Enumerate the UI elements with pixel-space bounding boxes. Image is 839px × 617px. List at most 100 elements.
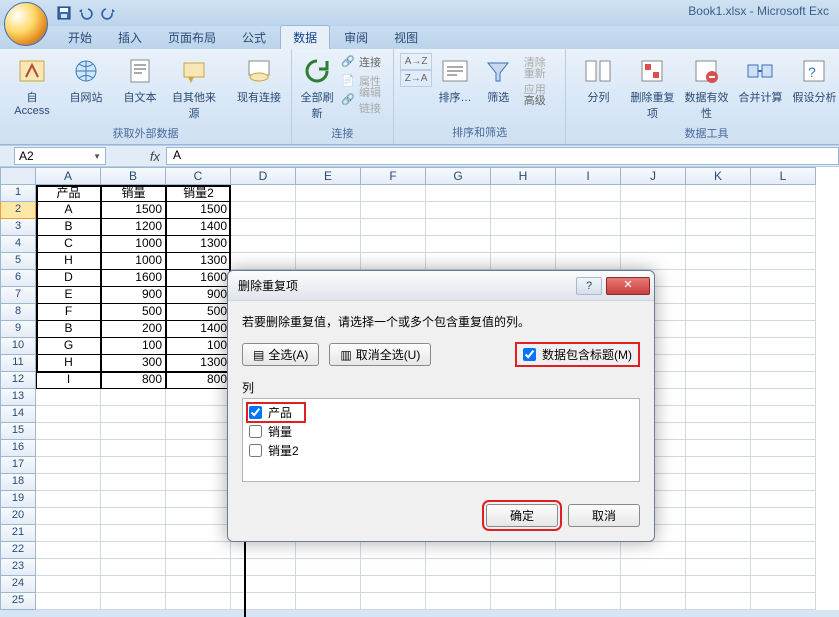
cell[interactable] — [491, 219, 556, 236]
cell[interactable] — [686, 525, 751, 542]
row-header[interactable]: 8 — [0, 304, 36, 321]
column-header[interactable]: L — [751, 167, 816, 185]
undo-icon[interactable] — [78, 5, 94, 21]
cell[interactable] — [686, 576, 751, 593]
from-other-button[interactable]: 自其他来源 — [168, 53, 220, 123]
fx-label[interactable]: fx — [106, 149, 166, 164]
cell[interactable] — [556, 219, 621, 236]
cell[interactable] — [296, 576, 361, 593]
data-has-headers-checkbox[interactable]: 数据包含标题(M) — [515, 342, 640, 367]
connections-button[interactable]: 🔗连接 — [338, 53, 386, 70]
cell[interactable] — [101, 474, 166, 491]
dialog-titlebar[interactable]: 删除重复项 ? ✕ — [228, 271, 654, 301]
cell[interactable] — [101, 457, 166, 474]
cell[interactable] — [361, 202, 426, 219]
cell[interactable] — [686, 287, 751, 304]
row-header[interactable]: 3 — [0, 219, 36, 236]
cell[interactable] — [361, 236, 426, 253]
cell[interactable] — [491, 542, 556, 559]
unselect-all-button[interactable]: ▥取消全选(U) — [329, 343, 431, 366]
cell[interactable] — [361, 559, 426, 576]
cell[interactable] — [686, 219, 751, 236]
existing-conn-button[interactable]: 现有连接 — [233, 53, 285, 107]
cell[interactable] — [686, 372, 751, 389]
remove-duplicates-button[interactable]: 删除重复项 — [626, 53, 678, 123]
row-header[interactable]: 11 — [0, 355, 36, 372]
cell[interactable]: B — [36, 219, 101, 236]
cell[interactable]: 1600 — [166, 270, 231, 287]
column-header[interactable]: A — [36, 167, 101, 185]
cell[interactable] — [231, 559, 296, 576]
cell[interactable] — [686, 593, 751, 610]
cell[interactable] — [36, 576, 101, 593]
cell[interactable] — [686, 457, 751, 474]
cell[interactable] — [751, 593, 816, 610]
cell[interactable]: 1300 — [166, 355, 231, 372]
column-header[interactable]: I — [556, 167, 621, 185]
row-header[interactable]: 13 — [0, 389, 36, 406]
cell[interactable] — [751, 372, 816, 389]
cell[interactable] — [686, 236, 751, 253]
cell[interactable] — [101, 508, 166, 525]
cell[interactable] — [426, 185, 491, 202]
tab-formulas[interactable]: 公式 — [230, 26, 278, 49]
row-header[interactable]: 4 — [0, 236, 36, 253]
cell[interactable]: C — [36, 236, 101, 253]
cell[interactable] — [36, 593, 101, 610]
from-access-button[interactable]: 自 Access — [6, 53, 58, 119]
cell[interactable] — [556, 576, 621, 593]
cell[interactable]: A — [36, 202, 101, 219]
cell[interactable]: 销量2 — [166, 185, 231, 202]
cell[interactable] — [166, 525, 231, 542]
cell[interactable] — [751, 338, 816, 355]
cell[interactable] — [231, 593, 296, 610]
cell[interactable] — [621, 236, 686, 253]
sort-az-button[interactable]: A→Z — [400, 53, 433, 70]
cell[interactable]: 产品 — [36, 185, 101, 202]
cell[interactable] — [491, 185, 556, 202]
cell[interactable] — [751, 525, 816, 542]
cell[interactable] — [361, 593, 426, 610]
cell[interactable] — [686, 338, 751, 355]
consolidate-button[interactable]: 合并计算 — [734, 53, 786, 107]
tab-layout[interactable]: 页面布局 — [156, 26, 228, 49]
cell[interactable] — [556, 559, 621, 576]
cell[interactable] — [621, 542, 686, 559]
cell[interactable] — [686, 559, 751, 576]
data-validation-button[interactable]: 数据有效性 — [680, 53, 732, 123]
column-header[interactable]: F — [361, 167, 426, 185]
row-header[interactable]: 23 — [0, 559, 36, 576]
cell[interactable] — [426, 202, 491, 219]
cell[interactable]: 1400 — [166, 321, 231, 338]
cell[interactable] — [296, 219, 361, 236]
cell[interactable]: H — [36, 355, 101, 372]
cell[interactable] — [166, 593, 231, 610]
cell[interactable] — [36, 508, 101, 525]
cell[interactable] — [686, 474, 751, 491]
cell[interactable] — [556, 202, 621, 219]
column-header[interactable]: E — [296, 167, 361, 185]
row-header[interactable]: 16 — [0, 440, 36, 457]
cell[interactable] — [751, 236, 816, 253]
column-header[interactable]: D — [231, 167, 296, 185]
cell[interactable]: 500 — [101, 304, 166, 321]
name-box[interactable]: A2▼ — [14, 147, 106, 165]
cell[interactable] — [751, 355, 816, 372]
cell[interactable] — [686, 304, 751, 321]
cell[interactable] — [296, 236, 361, 253]
cell[interactable] — [361, 576, 426, 593]
cell[interactable] — [686, 440, 751, 457]
cell[interactable] — [751, 440, 816, 457]
tab-view[interactable]: 视图 — [382, 26, 430, 49]
cell[interactable]: 1500 — [101, 202, 166, 219]
cell[interactable] — [36, 525, 101, 542]
cell[interactable] — [101, 440, 166, 457]
sort-za-button[interactable]: Z→A — [400, 70, 433, 87]
cell[interactable]: B — [36, 321, 101, 338]
cell[interactable] — [751, 253, 816, 270]
cell[interactable] — [751, 406, 816, 423]
from-web-button[interactable]: 自网站 — [60, 53, 112, 107]
text-to-columns-button[interactable]: 分列 — [572, 53, 624, 107]
row-header[interactable]: 24 — [0, 576, 36, 593]
cell[interactable] — [231, 202, 296, 219]
